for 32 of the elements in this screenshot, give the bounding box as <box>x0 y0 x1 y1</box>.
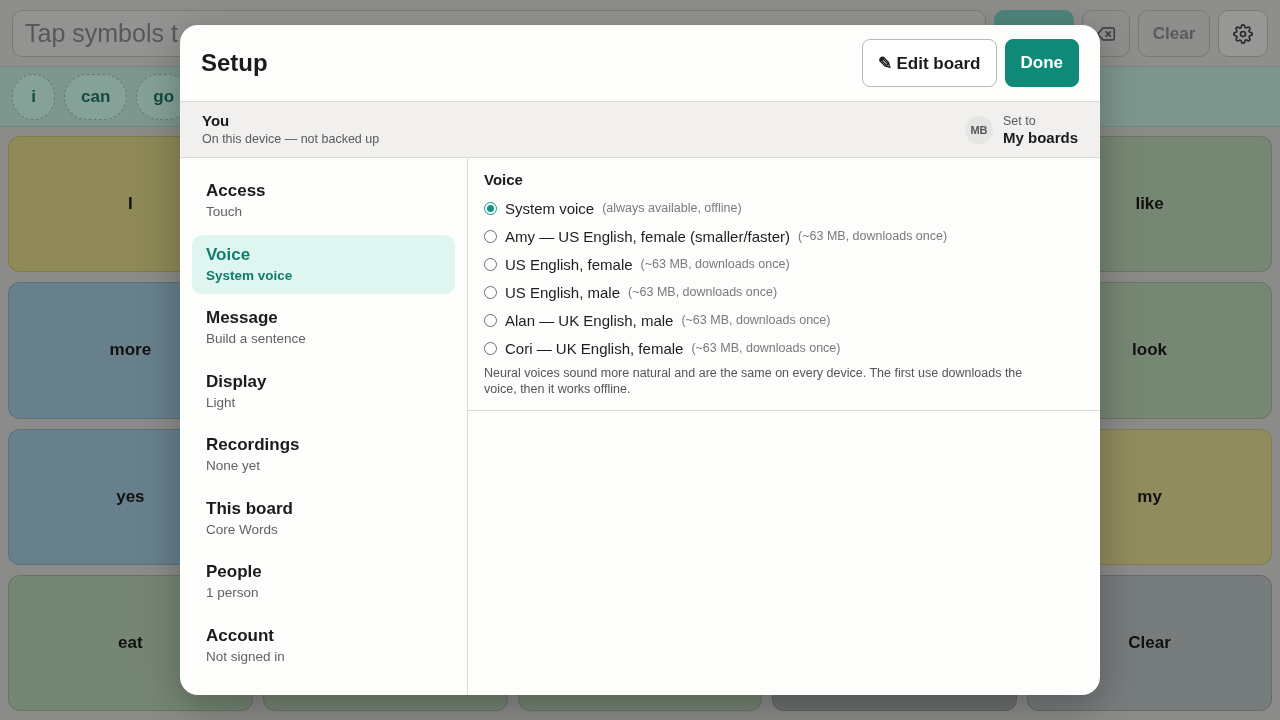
voice-note: (~63 MB, downloads once) <box>691 341 841 355</box>
voice-note: (~63 MB, downloads once) <box>798 229 948 243</box>
voice-name: US English, female <box>505 255 633 273</box>
radio-button[interactable] <box>484 257 497 271</box>
radio-button[interactable] <box>484 229 497 243</box>
voice-name: Cori — UK English, female <box>505 339 684 357</box>
voice-note: (~63 MB, downloads once) <box>628 285 778 299</box>
voice-note: (always available, offline) <box>602 201 742 215</box>
radio-button[interactable] <box>484 341 497 355</box>
profile-name: You <box>202 112 230 130</box>
avatar: MB <box>965 115 993 144</box>
voice-footnote: Neural voices sound more natural and are the same on every device. The first use downloads the voice, then it works offline. <box>484 365 1024 397</box>
voice-name: US English, male <box>505 283 621 301</box>
voice-note: (~63 MB, downloads once) <box>640 257 790 271</box>
voice-note: (~63 MB, downloads once) <box>681 313 831 327</box>
radio-button[interactable] <box>484 313 497 327</box>
dialog-title: Setup <box>201 49 268 77</box>
edit-board-button[interactable]: ✎ Edit board <box>861 39 997 87</box>
settings-icon <box>1233 23 1253 44</box>
radio-button[interactable] <box>484 201 497 215</box>
radio-button[interactable] <box>484 285 497 299</box>
section-heading: Voice <box>484 171 523 189</box>
word-chip[interactable]: i <box>12 73 55 120</box>
done-button[interactable]: Done <box>1004 39 1079 87</box>
settings-section[interactable]: Voice System voice <box>192 234 455 294</box>
voice-name: Amy — US English, female (smaller/faster) <box>505 227 791 245</box>
word-chip[interactable]: can <box>64 73 128 120</box>
board-set-label: Set to <box>1003 113 1036 129</box>
settings-button[interactable] <box>1218 10 1268 57</box>
voice-name: Alan — UK English, male <box>505 311 674 329</box>
voice-name: System voice <box>505 199 595 217</box>
backspace-icon <box>1097 24 1115 43</box>
